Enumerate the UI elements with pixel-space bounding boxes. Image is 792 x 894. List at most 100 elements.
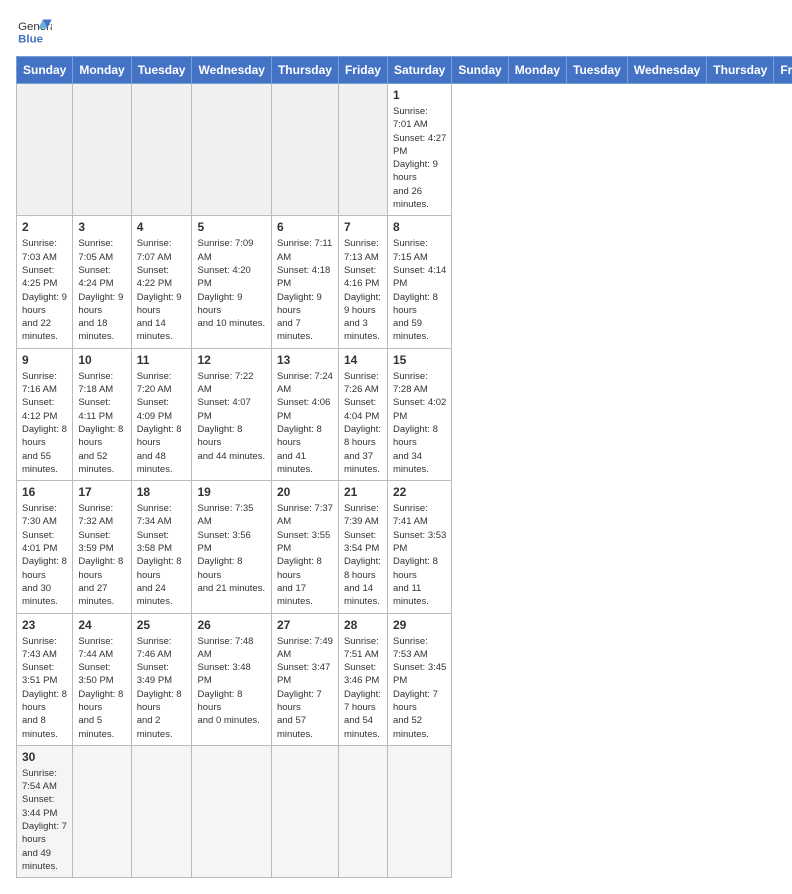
day-number: 3 xyxy=(78,220,125,234)
calendar-cell xyxy=(131,84,192,216)
day-number: 21 xyxy=(344,485,382,499)
day-number: 15 xyxy=(393,353,446,367)
day-info: Sunrise: 7:18 AM Sunset: 4:11 PM Dayligh… xyxy=(78,370,125,476)
weekday-header-thursday: Thursday xyxy=(271,57,338,84)
calendar-cell: 21 Sunrise: 7:39 AM Sunset: 3:54 PM Dayli… xyxy=(338,481,387,613)
calendar-cell: 9Sunrise: 7:16 AM Sunset: 4:12 PM Daylig… xyxy=(17,348,73,480)
day-number: 8 xyxy=(393,220,446,234)
calendar-cell: 18 Sunrise: 7:34 AM Sunset: 3:58 PM Dayli… xyxy=(131,481,192,613)
calendar-cell xyxy=(192,84,271,216)
weekday-header-wednesday: Wednesday xyxy=(627,57,706,84)
calendar-cell: 7 Sunrise: 7:13 AM Sunset: 4:16 PM Daylig… xyxy=(338,216,387,348)
calendar-cell: 15 Sunrise: 7:28 AM Sunset: 4:02 PM Dayli… xyxy=(387,348,451,480)
day-number: 17 xyxy=(78,485,125,499)
day-info: Sunrise: 7:41 AM Sunset: 3:53 PM Dayligh… xyxy=(393,502,446,608)
calendar-cell: 16Sunrise: 7:30 AM Sunset: 4:01 PM Dayli… xyxy=(17,481,73,613)
calendar-cell: 2 Sunrise: 7:03 AM Sunset: 4:25 PM Daylig… xyxy=(17,216,73,348)
day-info: Sunrise: 7:32 AM Sunset: 3:59 PM Dayligh… xyxy=(78,502,125,608)
calendar-cell: 29 Sunrise: 7:53 AM Sunset: 3:45 PM Dayli… xyxy=(387,613,451,745)
calendar-cell: 14 Sunrise: 7:26 AM Sunset: 4:04 PM Dayli… xyxy=(338,348,387,480)
day-info: Sunrise: 7:39 AM Sunset: 3:54 PM Dayligh… xyxy=(344,502,382,608)
day-number: 27 xyxy=(277,618,333,632)
day-info: Sunrise: 7:22 AM Sunset: 4:07 PM Dayligh… xyxy=(197,370,265,463)
weekday-header-friday: Friday xyxy=(774,57,792,84)
day-info: Sunrise: 7:54 AM Sunset: 3:44 PM Dayligh… xyxy=(22,767,67,873)
day-info: Sunrise: 7:48 AM Sunset: 3:48 PM Dayligh… xyxy=(197,635,265,728)
day-info: Sunrise: 7:11 AM Sunset: 4:18 PM Dayligh… xyxy=(277,237,333,343)
weekday-header-thursday: Thursday xyxy=(707,57,774,84)
day-info: Sunrise: 7:09 AM Sunset: 4:20 PM Dayligh… xyxy=(197,237,265,330)
calendar-week-4: 16Sunrise: 7:30 AM Sunset: 4:01 PM Dayli… xyxy=(17,481,792,613)
calendar-cell: 28Sunrise: 7:51 AM Sunset: 3:46 PM Dayli… xyxy=(338,613,387,745)
day-number: 4 xyxy=(137,220,187,234)
day-info: Sunrise: 7:07 AM Sunset: 4:22 PM Dayligh… xyxy=(137,237,187,343)
calendar-cell: 10Sunrise: 7:18 AM Sunset: 4:11 PM Dayli… xyxy=(73,348,131,480)
calendar-cell: 26Sunrise: 7:48 AM Sunset: 3:48 PM Dayli… xyxy=(192,613,271,745)
calendar-cell: 6Sunrise: 7:11 AM Sunset: 4:18 PM Daylig… xyxy=(271,216,338,348)
calendar-cell: 22Sunrise: 7:41 AM Sunset: 3:53 PM Dayli… xyxy=(387,481,451,613)
calendar-cell xyxy=(338,745,387,877)
day-info: Sunrise: 7:03 AM Sunset: 4:25 PM Dayligh… xyxy=(22,237,67,343)
calendar-cell: 20Sunrise: 7:37 AM Sunset: 3:55 PM Dayli… xyxy=(271,481,338,613)
day-number: 18 xyxy=(137,485,187,499)
calendar-cell: 1Sunrise: 7:01 AM Sunset: 4:27 PM Daylig… xyxy=(387,84,451,216)
page-header: General Blue xyxy=(16,16,776,46)
day-info: Sunrise: 7:35 AM Sunset: 3:56 PM Dayligh… xyxy=(197,502,265,595)
day-number: 20 xyxy=(277,485,333,499)
day-number: 11 xyxy=(137,353,187,367)
day-info: Sunrise: 7:34 AM Sunset: 3:58 PM Dayligh… xyxy=(137,502,187,608)
calendar-cell: 30 Sunrise: 7:54 AM Sunset: 3:44 PM Dayli… xyxy=(17,745,73,877)
day-number: 29 xyxy=(393,618,446,632)
calendar-cell: 23 Sunrise: 7:43 AM Sunset: 3:51 PM Dayli… xyxy=(17,613,73,745)
day-number: 1 xyxy=(393,88,446,102)
day-info: Sunrise: 7:15 AM Sunset: 4:14 PM Dayligh… xyxy=(393,237,446,343)
calendar-cell xyxy=(271,745,338,877)
calendar-cell: 17 Sunrise: 7:32 AM Sunset: 3:59 PM Dayli… xyxy=(73,481,131,613)
calendar-cell: 19 Sunrise: 7:35 AM Sunset: 3:56 PM Dayli… xyxy=(192,481,271,613)
day-number: 2 xyxy=(22,220,67,234)
day-info: Sunrise: 7:43 AM Sunset: 3:51 PM Dayligh… xyxy=(22,635,67,741)
calendar-cell: 12 Sunrise: 7:22 AM Sunset: 4:07 PM Dayli… xyxy=(192,348,271,480)
calendar-cell: 4 Sunrise: 7:07 AM Sunset: 4:22 PM Daylig… xyxy=(131,216,192,348)
day-number: 25 xyxy=(137,618,187,632)
weekday-header-sunday: Sunday xyxy=(452,57,508,84)
calendar-week-1: 1Sunrise: 7:01 AM Sunset: 4:27 PM Daylig… xyxy=(17,84,792,216)
day-info: Sunrise: 7:24 AM Sunset: 4:06 PM Dayligh… xyxy=(277,370,333,476)
day-info: Sunrise: 7:13 AM Sunset: 4:16 PM Dayligh… xyxy=(344,237,382,343)
calendar-cell xyxy=(131,745,192,877)
day-number: 23 xyxy=(22,618,67,632)
day-info: Sunrise: 7:20 AM Sunset: 4:09 PM Dayligh… xyxy=(137,370,187,476)
day-info: Sunrise: 7:44 AM Sunset: 3:50 PM Dayligh… xyxy=(78,635,125,741)
day-number: 13 xyxy=(277,353,333,367)
calendar-cell: 27 Sunrise: 7:49 AM Sunset: 3:47 PM Dayli… xyxy=(271,613,338,745)
day-number: 7 xyxy=(344,220,382,234)
calendar-cell xyxy=(17,84,73,216)
day-number: 12 xyxy=(197,353,265,367)
calendar-cell xyxy=(271,84,338,216)
calendar-week-5: 23 Sunrise: 7:43 AM Sunset: 3:51 PM Dayli… xyxy=(17,613,792,745)
day-info: Sunrise: 7:49 AM Sunset: 3:47 PM Dayligh… xyxy=(277,635,333,741)
weekday-header-monday: Monday xyxy=(73,57,131,84)
day-info: Sunrise: 7:26 AM Sunset: 4:04 PM Dayligh… xyxy=(344,370,382,476)
generalblue-logo-icon: General Blue xyxy=(16,16,52,46)
calendar-week-3: 9Sunrise: 7:16 AM Sunset: 4:12 PM Daylig… xyxy=(17,348,792,480)
calendar-cell: 24 Sunrise: 7:44 AM Sunset: 3:50 PM Dayli… xyxy=(73,613,131,745)
day-info: Sunrise: 7:28 AM Sunset: 4:02 PM Dayligh… xyxy=(393,370,446,476)
weekday-header-tuesday: Tuesday xyxy=(567,57,628,84)
calendar-table: SundayMondayTuesdayWednesdayThursdayFrid… xyxy=(16,56,792,878)
day-number: 24 xyxy=(78,618,125,632)
calendar-cell: 3Sunrise: 7:05 AM Sunset: 4:24 PM Daylig… xyxy=(73,216,131,348)
day-info: Sunrise: 7:51 AM Sunset: 3:46 PM Dayligh… xyxy=(344,635,382,741)
day-number: 30 xyxy=(22,750,67,764)
calendar-cell xyxy=(192,745,271,877)
day-info: Sunrise: 7:46 AM Sunset: 3:49 PM Dayligh… xyxy=(137,635,187,741)
calendar-cell: 25 Sunrise: 7:46 AM Sunset: 3:49 PM Dayli… xyxy=(131,613,192,745)
day-info: Sunrise: 7:53 AM Sunset: 3:45 PM Dayligh… xyxy=(393,635,446,741)
calendar-cell: 5Sunrise: 7:09 AM Sunset: 4:20 PM Daylig… xyxy=(192,216,271,348)
calendar-cell xyxy=(387,745,451,877)
svg-text:Blue: Blue xyxy=(18,33,43,45)
day-number: 14 xyxy=(344,353,382,367)
calendar-week-2: 2 Sunrise: 7:03 AM Sunset: 4:25 PM Daylig… xyxy=(17,216,792,348)
day-number: 19 xyxy=(197,485,265,499)
calendar-cell: 13 Sunrise: 7:24 AM Sunset: 4:06 PM Dayli… xyxy=(271,348,338,480)
